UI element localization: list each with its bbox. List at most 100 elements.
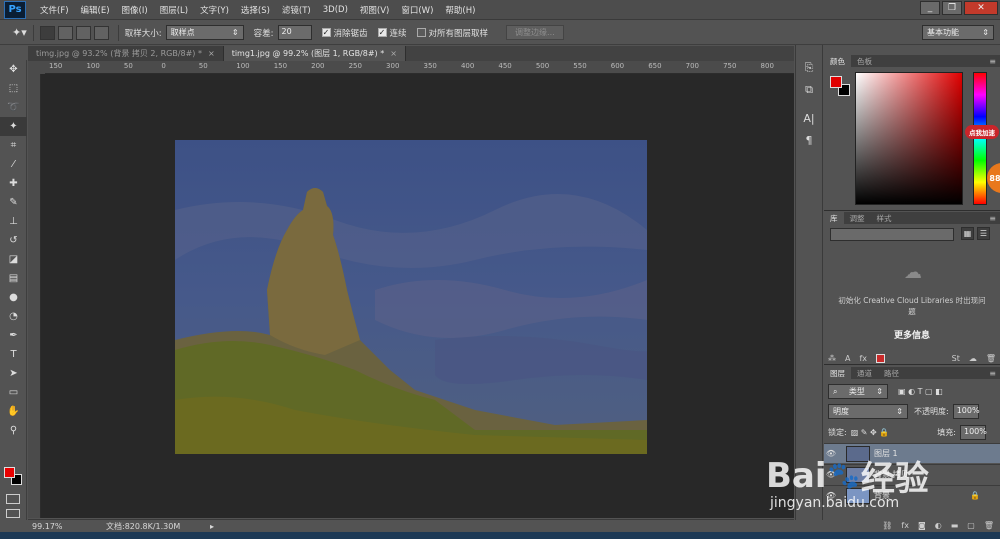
zoom-level[interactable]: 99.17% <box>32 522 92 531</box>
tab-channels[interactable]: 通道 <box>851 367 878 379</box>
add-selection-button[interactable] <box>57 25 73 40</box>
menu-layer[interactable]: 图层(L) <box>154 4 194 16</box>
paragraph-panel-icon[interactable]: ¶ <box>796 129 822 151</box>
speed-up-badge[interactable]: 点我加速 <box>965 125 999 139</box>
all-layers-checkbox[interactable] <box>416 28 426 37</box>
close-button[interactable]: ✕ <box>964 1 998 15</box>
horizontal-ruler[interactable]: 150 100 50 0 50 100 150 200 250 300 350 400 450 500 55… <box>45 61 794 74</box>
character-style-icon[interactable]: A <box>845 354 850 363</box>
menu-edit[interactable]: 编辑(E) <box>75 4 116 16</box>
eyedropper-icon[interactable]: ⁄ <box>0 155 27 174</box>
visibility-eye-icon[interactable]: 👁 <box>824 470 838 479</box>
hand-icon[interactable]: ✋ <box>0 402 27 421</box>
trash-icon[interactable]: 🗑 <box>984 521 994 530</box>
restore-button[interactable]: ❐ <box>942 1 962 15</box>
foreground-color-swatch[interactable] <box>4 467 15 478</box>
move-icon[interactable]: ✥ <box>0 60 27 79</box>
panel-menu-icon[interactable]: ≡ <box>989 369 996 378</box>
layer-row[interactable]: 👁 背景 拷贝 <box>824 464 1000 484</box>
minimize-button[interactable]: _ <box>920 1 940 15</box>
marquee-icon[interactable]: ⬚ <box>0 79 27 98</box>
intersect-selection-button[interactable] <box>93 25 109 40</box>
zoom-icon[interactable]: ⚲ <box>0 421 27 440</box>
color-swatch-icon[interactable] <box>876 353 886 363</box>
new-group-icon[interactable]: ▬ <box>951 521 959 530</box>
gradient-icon[interactable]: ▤ <box>0 269 27 288</box>
crop-icon[interactable]: ⌗ <box>0 136 27 155</box>
status-arrow-icon[interactable]: ▸ <box>210 522 214 531</box>
layer-row[interactable]: 👁 图层 1 <box>824 443 1000 463</box>
workspace-select[interactable]: 基本功能 ⇕ <box>922 25 994 40</box>
sample-size-select[interactable]: 取样点 ⇕ <box>165 25 244 40</box>
vertical-ruler[interactable] <box>28 74 41 518</box>
layer-mask-icon[interactable]: ◙ <box>918 521 926 530</box>
brush-icon[interactable]: ✎ <box>0 193 27 212</box>
contiguous-checkbox[interactable]: ✓ <box>377 28 387 37</box>
menu-select[interactable]: 选择(S) <box>235 4 276 16</box>
new-selection-button[interactable] <box>39 25 55 40</box>
antialias-checkbox[interactable]: ✓ <box>321 28 331 37</box>
tolerance-input[interactable]: 20 <box>277 25 312 40</box>
fx-icon[interactable]: fx <box>901 521 909 530</box>
fill-input[interactable]: 100% <box>960 425 987 440</box>
layer-row[interactable]: 👁 背景 🔒 <box>824 485 1000 505</box>
subtract-selection-button[interactable] <box>75 25 91 40</box>
menu-3d[interactable]: 3D(D) <box>317 5 354 15</box>
refine-edge-button[interactable]: 调整边缘... <box>506 25 564 40</box>
fx-icon[interactable]: fx <box>859 354 867 363</box>
menu-type[interactable]: 文字(Y) <box>194 4 235 16</box>
blur-icon[interactable]: ● <box>0 288 27 307</box>
menu-file[interactable]: 文件(F) <box>34 4 75 16</box>
list-view-icon[interactable]: ☰ <box>977 227 990 240</box>
layer-filter-select[interactable]: ⌕ 类型 ⇕ <box>828 384 888 399</box>
magic-wand-icon[interactable]: ✦ <box>0 117 27 136</box>
more-info-link[interactable]: 更多信息 <box>824 328 1000 341</box>
dodge-icon[interactable]: ◔ <box>0 307 27 326</box>
add-content-icon[interactable]: ⁂ <box>828 354 836 363</box>
tab-layers[interactable]: 图层 <box>824 367 851 379</box>
menu-help[interactable]: 帮助(H) <box>439 4 481 16</box>
character-panel-icon[interactable]: A| <box>796 107 822 129</box>
tab-timg[interactable]: timg.jpg @ 93.2% (背景 拷贝 2, RGB/8#) * × <box>28 46 224 61</box>
type-icon[interactable]: T <box>0 345 27 364</box>
link-layers-icon[interactable]: ⛓ <box>882 521 892 530</box>
panel-menu-icon[interactable]: ≡ <box>989 214 996 223</box>
adjustment-layer-icon[interactable]: ◐ <box>935 521 942 530</box>
path-select-icon[interactable]: ➤ <box>0 364 27 383</box>
history-panel-icon[interactable]: ⎘ <box>796 57 822 79</box>
tab-paths[interactable]: 路径 <box>878 367 905 379</box>
quick-mask-icon[interactable] <box>6 494 20 504</box>
tab-libraries[interactable]: 库 <box>824 212 844 224</box>
menu-filter[interactable]: 滤镜(T) <box>276 4 317 16</box>
stock-icon[interactable]: St <box>952 354 960 363</box>
lock-icons[interactable]: ▨ ✎ ✥ 🔒 <box>851 428 890 437</box>
grid-view-icon[interactable]: ▦ <box>961 227 974 240</box>
document-image[interactable] <box>175 140 647 454</box>
menu-image[interactable]: 图像(I) <box>116 4 154 16</box>
close-icon[interactable]: × <box>390 49 397 58</box>
tab-timg1[interactable]: timg1.jpg @ 99.2% (图层 1, RGB/8#) * × <box>223 46 406 61</box>
trash-icon[interactable]: 🗑 <box>986 354 996 363</box>
magic-wand-preset-icon[interactable]: ✦▾ <box>12 26 27 39</box>
pen-icon[interactable]: ✒ <box>0 326 27 345</box>
history-brush-icon[interactable]: ↺ <box>0 231 27 250</box>
new-layer-icon[interactable]: ▢ <box>967 521 975 530</box>
panel-menu-icon[interactable]: ≡ <box>989 57 996 66</box>
color-panel-foreground-swatch[interactable] <box>830 76 842 88</box>
layer-filter-icons[interactable]: ▣ ◐ T ▢ ◧ <box>898 387 943 396</box>
rectangle-icon[interactable]: ▭ <box>0 383 27 402</box>
visibility-eye-icon[interactable]: 👁 <box>824 491 838 500</box>
menu-view[interactable]: 视图(V) <box>354 4 395 16</box>
tab-swatches[interactable]: 色板 <box>851 55 878 67</box>
menu-window[interactable]: 窗口(W) <box>395 4 439 16</box>
screen-mode-icon[interactable] <box>6 509 20 518</box>
eraser-icon[interactable]: ◪ <box>0 250 27 269</box>
opacity-input[interactable]: 100% <box>952 404 980 419</box>
tab-color[interactable]: 颜色 <box>824 55 851 67</box>
lasso-icon[interactable]: ➰ <box>0 98 27 117</box>
saturation-field[interactable] <box>855 72 963 205</box>
healing-brush-icon[interactable]: ✚ <box>0 174 27 193</box>
library-select[interactable] <box>830 228 954 241</box>
blend-mode-select[interactable]: 明度 ⇕ <box>828 404 908 419</box>
sync-icon[interactable]: ☁ <box>969 354 977 363</box>
